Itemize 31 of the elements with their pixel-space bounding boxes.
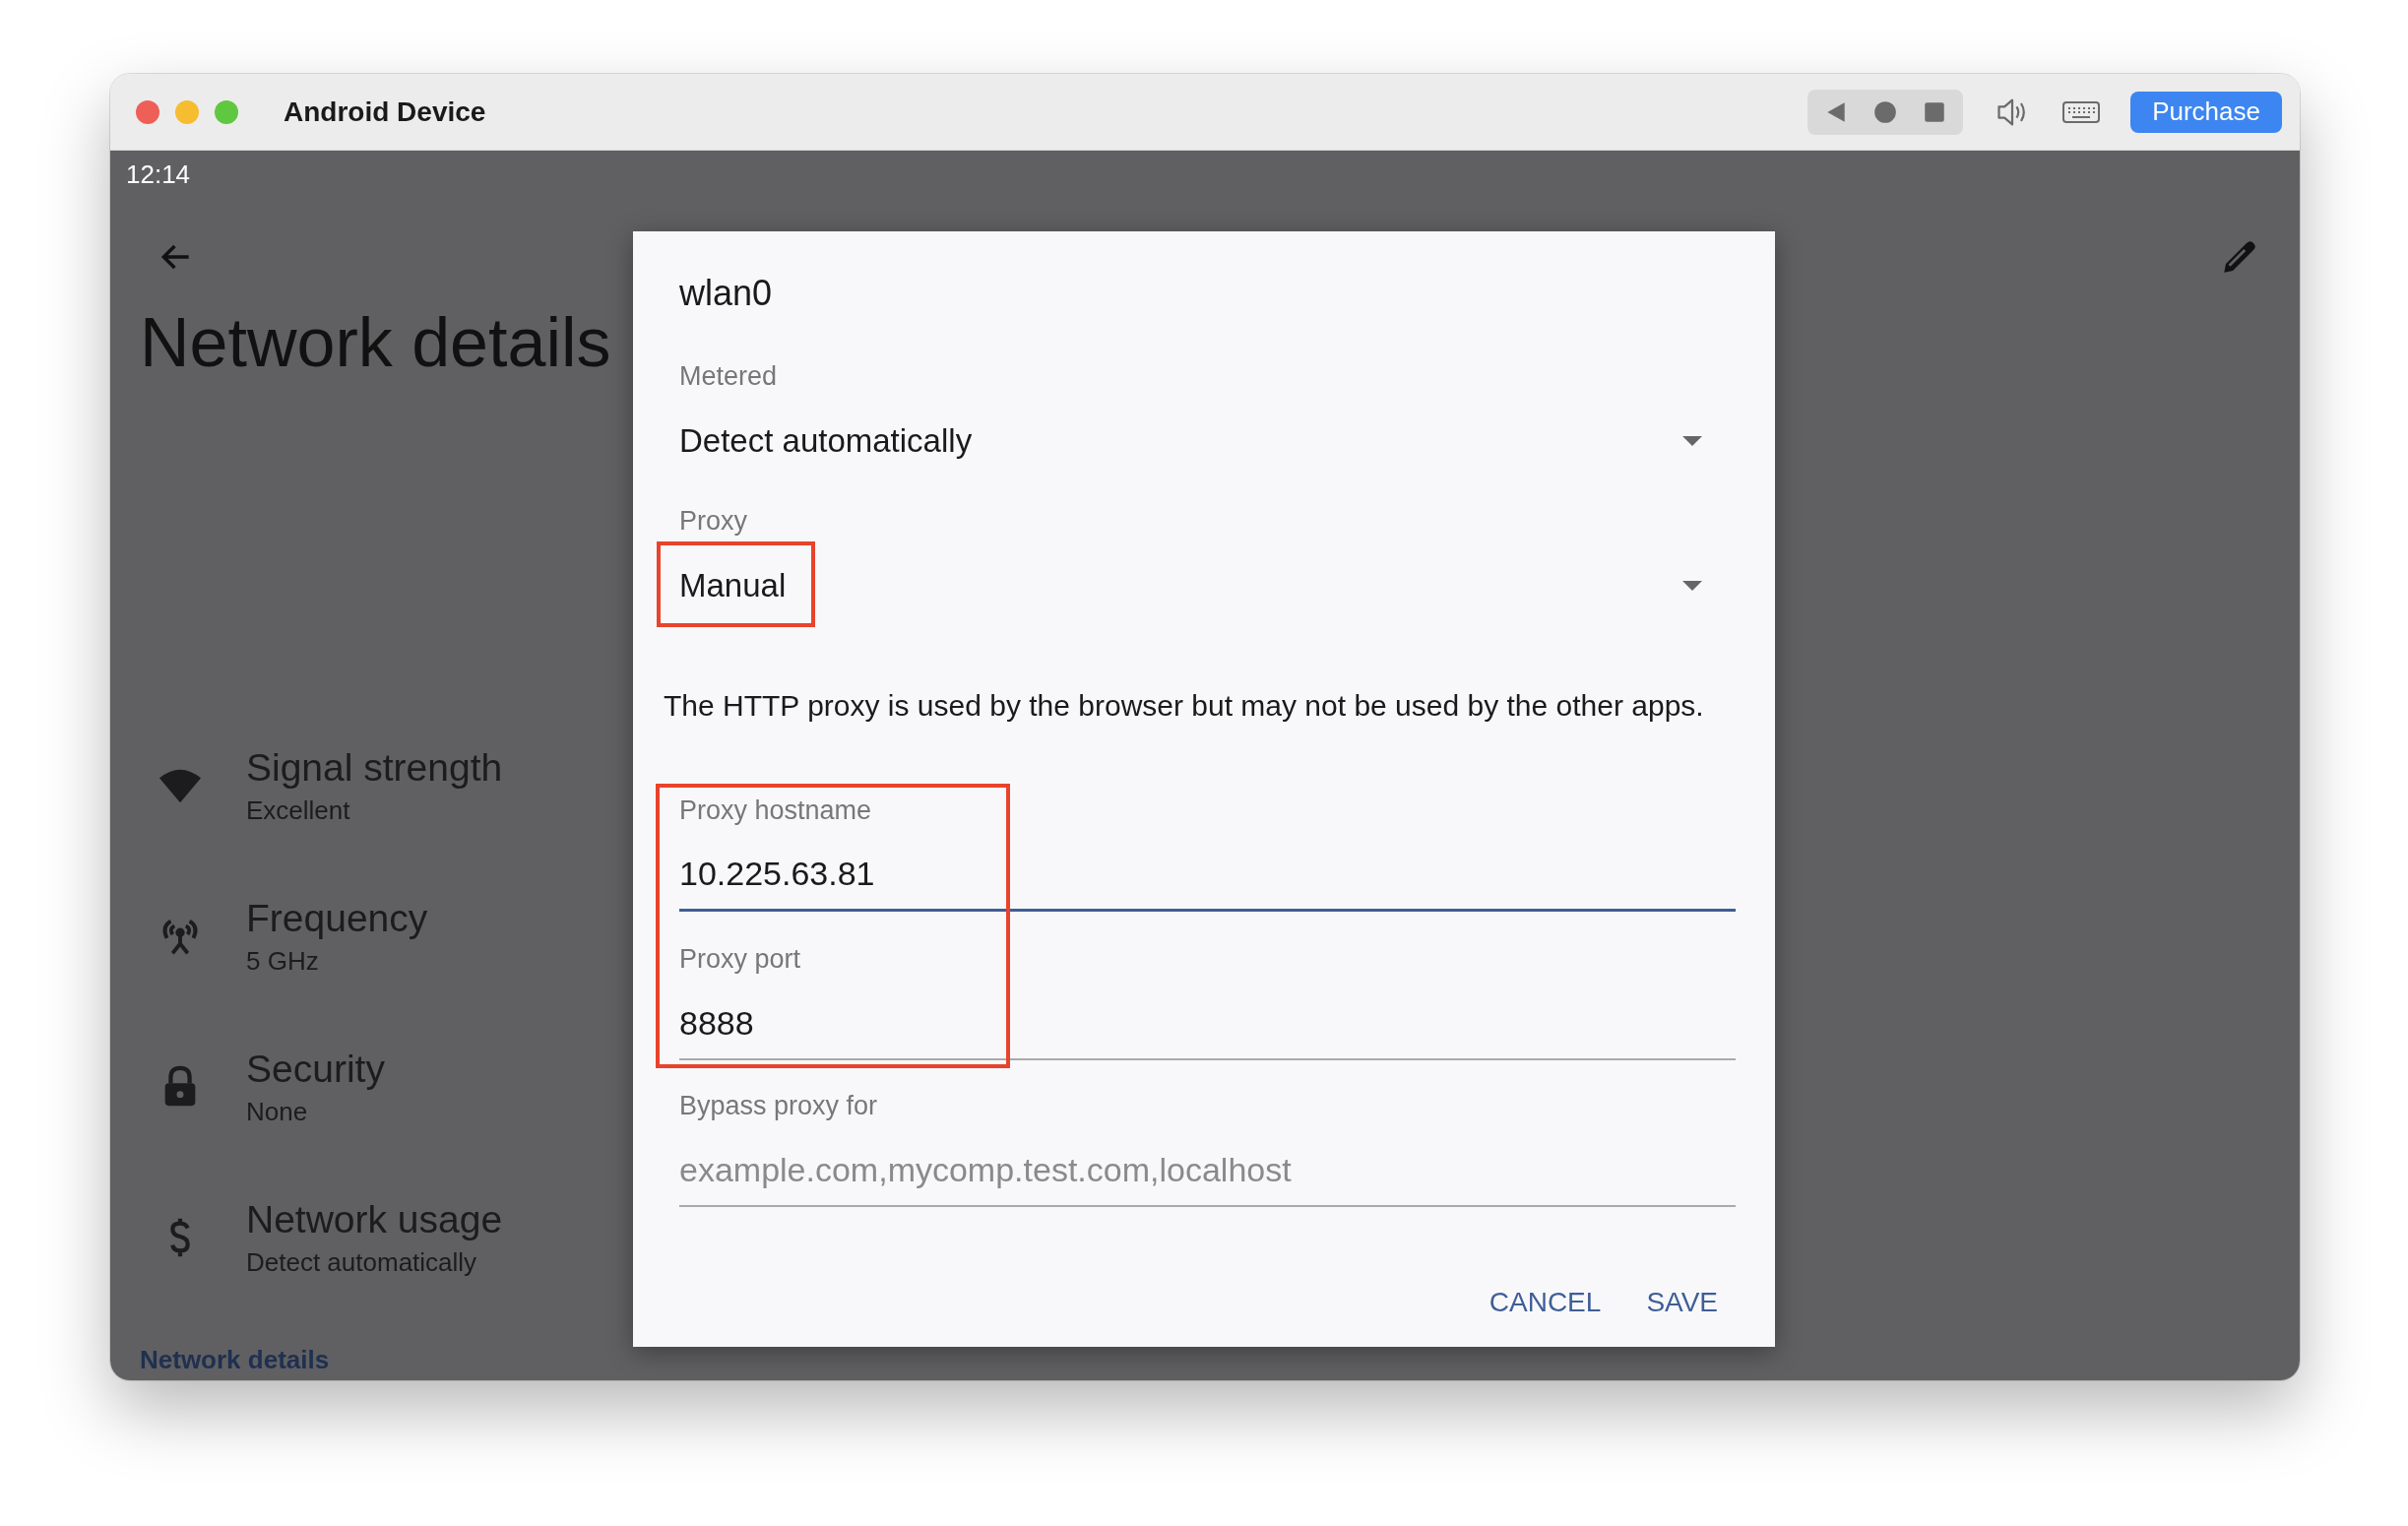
dialog-title: wlan0 bbox=[679, 272, 773, 315]
setting-value: Detect automatically bbox=[246, 1246, 478, 1278]
caret-icon bbox=[1682, 436, 1702, 446]
caret-icon bbox=[1682, 581, 1702, 591]
field-label: Proxy port bbox=[679, 943, 801, 976]
dropdown-select[interactable]: Manual bbox=[679, 553, 1736, 618]
text-input-field[interactable]: 10.225.63.81 bbox=[679, 830, 1736, 912]
page-title: Network details bbox=[140, 303, 611, 383]
text-input-field[interactable]: 8888 bbox=[679, 979, 1736, 1060]
text-input-field[interactable]: example.com,mycomp.test.com,localhost bbox=[679, 1125, 1736, 1207]
setting-title: Frequency bbox=[246, 896, 428, 941]
field-label: Metered bbox=[679, 360, 778, 393]
help-text: The HTTP proxy is used by the browser but may not be used by the other apps. bbox=[664, 688, 1704, 724]
field-label: Proxy hostname bbox=[679, 795, 872, 827]
setting-title: Signal strength bbox=[246, 745, 503, 791]
field-label: Bypass proxy for bbox=[679, 1090, 878, 1122]
text-button[interactable]: SAVE bbox=[1628, 1273, 1736, 1332]
field-label: Proxy bbox=[679, 505, 748, 538]
setting-title: Network usage bbox=[246, 1197, 503, 1242]
dropdown-select[interactable]: Detect automatically bbox=[679, 409, 1736, 474]
setting-value: None bbox=[246, 1096, 309, 1127]
home-circle-icon[interactable] bbox=[1872, 98, 1899, 125]
setting-value: Excellent bbox=[246, 795, 351, 826]
close-button[interactable] bbox=[136, 99, 159, 124]
setting-value: 5 GHz bbox=[246, 945, 320, 977]
status-time: 12:14 bbox=[126, 159, 192, 191]
setting-title: Security bbox=[246, 1047, 385, 1092]
section-header: Network details bbox=[140, 1344, 330, 1375]
purchase-button[interactable]: Purchase bbox=[2130, 91, 2282, 133]
window-title: Android Device bbox=[284, 95, 486, 128]
text-button[interactable]: CANCEL bbox=[1471, 1273, 1619, 1332]
